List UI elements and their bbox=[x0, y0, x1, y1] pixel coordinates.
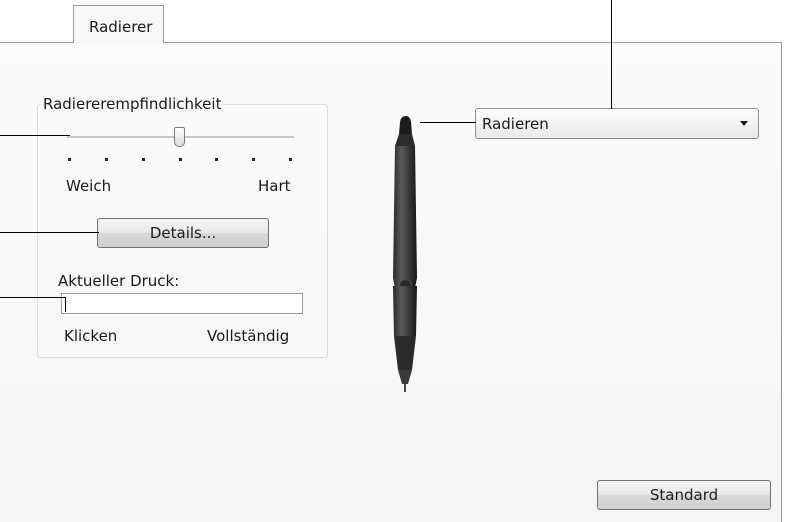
tab-eraser[interactable]: Radierer bbox=[73, 5, 164, 43]
current-pressure-bar bbox=[61, 293, 303, 314]
callout-line-pressure-drop bbox=[65, 297, 66, 312]
callout-line-slider bbox=[0, 135, 70, 136]
details-button[interactable]: Details... bbox=[97, 218, 269, 248]
default-button-label: Standard bbox=[649, 486, 719, 504]
slider-tick bbox=[179, 158, 182, 161]
callout-line-details bbox=[0, 232, 99, 233]
slider-tick bbox=[142, 158, 145, 161]
default-button[interactable]: Standard bbox=[597, 480, 771, 510]
tab-label: Radierer bbox=[89, 18, 153, 36]
details-button-label: Details... bbox=[149, 224, 217, 242]
slider-tick bbox=[289, 158, 292, 161]
slider-min-label: Weich bbox=[66, 177, 112, 195]
slider-tick bbox=[68, 158, 71, 161]
current-pressure-label: Aktueller Druck: bbox=[58, 272, 180, 290]
sensitivity-slider-thumb[interactable] bbox=[174, 127, 185, 147]
group-title: Radiererempfindlichkeit bbox=[41, 95, 224, 113]
callout-line-pen-tip bbox=[420, 122, 476, 123]
pen-illustration bbox=[393, 116, 417, 392]
pressure-max-label: Vollständig bbox=[207, 327, 290, 345]
chevron-down-icon bbox=[740, 121, 748, 126]
callout-line-dropdown bbox=[611, 0, 612, 109]
eraser-function-dropdown[interactable]: Radieren bbox=[475, 108, 759, 139]
callout-line-pressure bbox=[0, 297, 66, 298]
slider-tick bbox=[252, 158, 255, 161]
pressure-min-label: Klicken bbox=[64, 327, 118, 345]
slider-max-label: Hart bbox=[258, 177, 291, 195]
slider-tick bbox=[105, 158, 108, 161]
dropdown-selected-value: Radieren bbox=[482, 115, 549, 133]
slider-tick bbox=[215, 158, 218, 161]
